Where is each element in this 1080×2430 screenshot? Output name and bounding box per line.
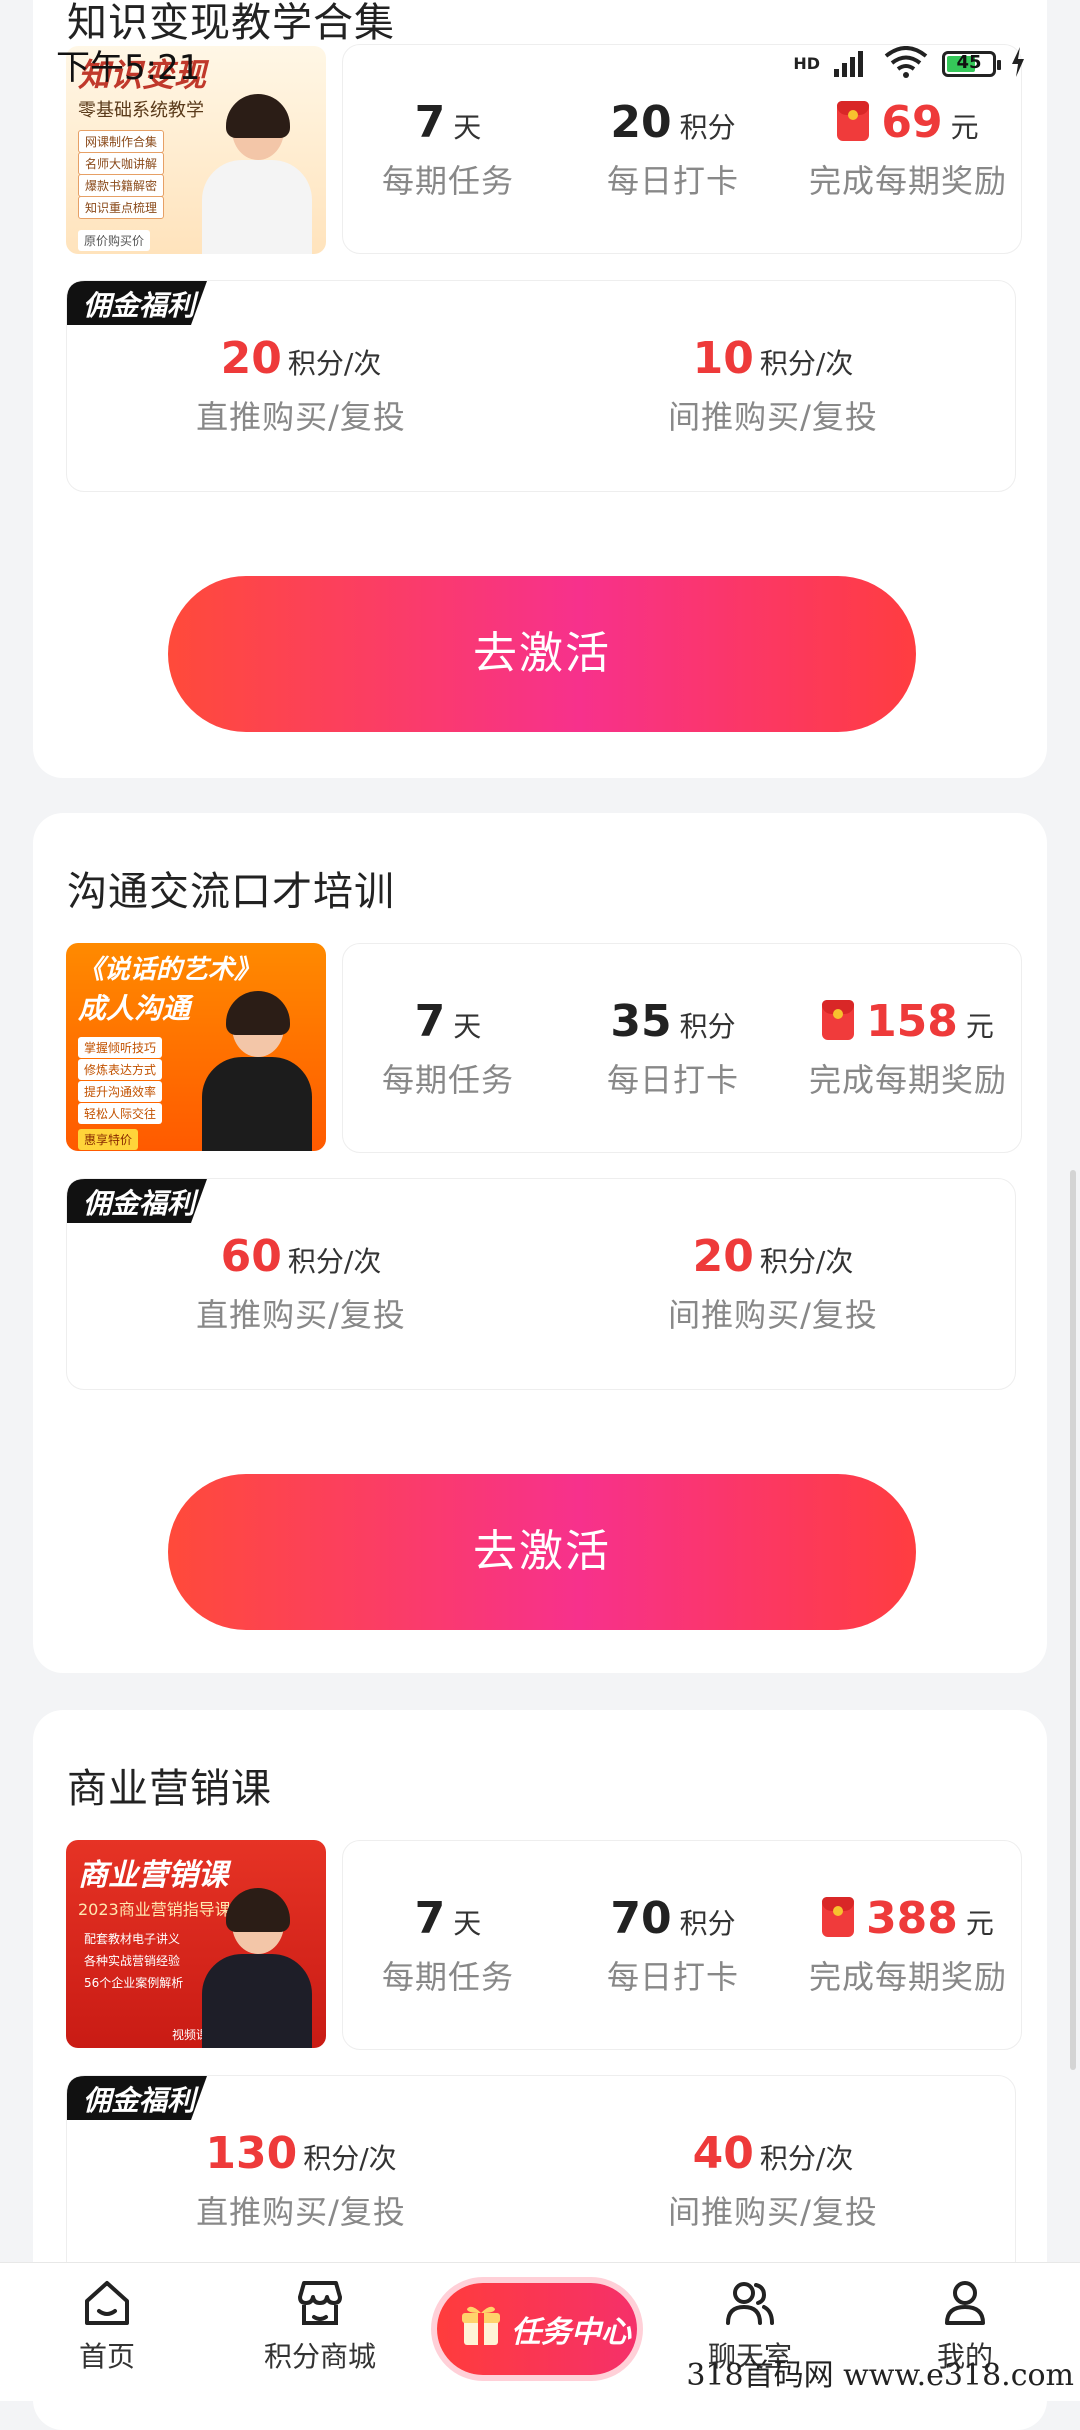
thumb-footer: 惠享特价 xyxy=(78,1129,139,1150)
period-stat: 7天 每期任务 xyxy=(381,97,514,200)
task-center-button[interactable]: 任务中心 xyxy=(437,2283,637,2375)
thumb-subtitle: 零基础系统教学 xyxy=(78,100,204,121)
reward-stat: 158 元 完成每期奖励 xyxy=(808,996,1007,1099)
course-thumbnail[interactable]: 《说话的艺术》 成人沟通 掌握倾听技巧 修炼表达方式 提升沟通效率 轻松人际交往… xyxy=(66,943,326,1151)
thumb-bullet: 网课制作合集 xyxy=(78,130,165,153)
course-title: 沟通交流口才培训 xyxy=(67,869,395,915)
course-thumbnail[interactable]: 商业营销课 2023商业营销指导课 配套教材电子讲义 各种实战营销经验 56个企… xyxy=(66,1840,326,2048)
hd-icon: HD xyxy=(793,54,820,73)
direct-commission: 60 积分/次 直推购买/复投 xyxy=(196,1231,406,1334)
indirect-commission: 10 积分/次 间推购买/复投 xyxy=(668,333,878,436)
status-icons: HD 45 xyxy=(793,40,1026,88)
thumb-subtitle: 成人沟通 xyxy=(78,992,191,1025)
thumb-bullet: 修炼表达方式 xyxy=(78,1059,163,1080)
period-stat: 7天 每期任务 xyxy=(381,996,514,1099)
task-info-box: 7天 每期任务 35 积分 每日打卡 158 元 完成每期奖励 xyxy=(342,943,1022,1153)
commission-tag: 佣金福利 xyxy=(67,2076,207,2120)
thumb-bullet: 各种实战营销经验 xyxy=(84,1954,181,1968)
scrollbar[interactable] xyxy=(1070,1170,1076,2070)
checkin-stat: 35 积分 每日打卡 xyxy=(606,996,739,1099)
thumb-bullet: 56个企业案例解析 xyxy=(84,1976,184,1990)
red-envelope-icon xyxy=(822,1897,855,1937)
red-envelope-icon xyxy=(822,1000,855,1040)
store-icon xyxy=(240,2277,400,2329)
home-icon xyxy=(27,2277,187,2329)
activate-button[interactable]: 去激活 xyxy=(168,1474,916,1630)
course-card: 沟通交流口才培训 《说话的艺术》 成人沟通 掌握倾听技巧 修炼表达方式 提升沟通… xyxy=(33,813,1047,1673)
gift-icon xyxy=(462,2306,500,2345)
user-icon xyxy=(885,2277,1045,2329)
battery-icon: 45 xyxy=(942,51,1001,77)
thumb-title: 《说话的艺术》 xyxy=(78,955,261,985)
indirect-commission: 40 积分/次 间推购买/复投 xyxy=(668,2128,878,2231)
reward-stat: 69 元 完成每期奖励 xyxy=(808,97,1007,200)
commission-tag: 佣金福利 xyxy=(67,1179,207,1223)
direct-commission: 20 积分/次 直推购买/复投 xyxy=(196,333,406,436)
instructor-photo xyxy=(202,94,312,254)
indirect-commission: 20 积分/次 间推购买/复投 xyxy=(668,1231,878,1334)
instructor-photo xyxy=(202,991,312,1151)
thumb-bullet: 名师大咖讲解 xyxy=(78,152,165,175)
nav-points-mall[interactable]: 积分商城 xyxy=(240,2277,400,2375)
charging-icon xyxy=(1010,47,1026,81)
status-time: 下午5:21 xyxy=(56,48,201,88)
direct-commission: 130 积分/次 直推购买/复投 xyxy=(196,2128,406,2231)
commission-box: 佣金福利 130 积分/次 直推购买/复投 40 积分/次 间推购买/复投 xyxy=(66,2075,1016,2287)
commission-tag: 佣金福利 xyxy=(67,281,207,325)
thumb-bullet: 知识重点梳理 xyxy=(78,196,165,219)
status-bar: 下午5:21 HD 45 xyxy=(0,40,1080,88)
watermark: 318首码网 www.e318.com xyxy=(686,2358,1074,2393)
thumb-bullet: 轻松人际交往 xyxy=(78,1103,163,1124)
checkin-stat: 20 积分 每日打卡 xyxy=(606,97,739,200)
wifi-icon xyxy=(884,46,928,82)
thumb-footer: 原价购买价 xyxy=(78,230,151,251)
commission-box: 佣金福利 20 积分/次 直推购买/复投 10 积分/次 间推购买/复投 xyxy=(66,280,1016,492)
thumb-bullet: 提升沟通效率 xyxy=(78,1081,163,1102)
instructor-photo xyxy=(202,1888,312,2048)
task-info-box: 7天 每期任务 70 积分 每日打卡 388 元 完成每期奖励 xyxy=(342,1840,1022,2050)
red-envelope-icon xyxy=(837,101,870,141)
thumb-bullet: 配套教材电子讲义 xyxy=(84,1932,181,1946)
users-icon xyxy=(670,2277,830,2329)
thumb-bullet: 掌握倾听技巧 xyxy=(78,1037,163,1058)
activate-button[interactable]: 去激活 xyxy=(168,576,916,732)
signal-icon xyxy=(834,47,870,81)
nav-home[interactable]: 首页 xyxy=(27,2277,187,2375)
commission-box: 佣金福利 60 积分/次 直推购买/复投 20 积分/次 间推购买/复投 xyxy=(66,1178,1016,1390)
period-stat: 7天 每期任务 xyxy=(381,1893,514,1996)
checkin-stat: 70 积分 每日打卡 xyxy=(606,1893,739,1996)
course-title: 商业营销课 xyxy=(67,1766,272,1812)
thumb-bullet: 爆款书籍解密 xyxy=(78,174,165,197)
course-card: 知识变现教学合集 知识变现 零基础系统教学 网课制作合集 名师大咖讲解 爆款书籍… xyxy=(33,0,1047,778)
reward-stat: 388 元 完成每期奖励 xyxy=(808,1893,1007,1996)
battery-level: 45 xyxy=(956,52,982,73)
page: 下午5:21 HD 45 知识变现教学合集 知识变现 零基础系统教学 网课制作合… xyxy=(0,0,1080,2430)
